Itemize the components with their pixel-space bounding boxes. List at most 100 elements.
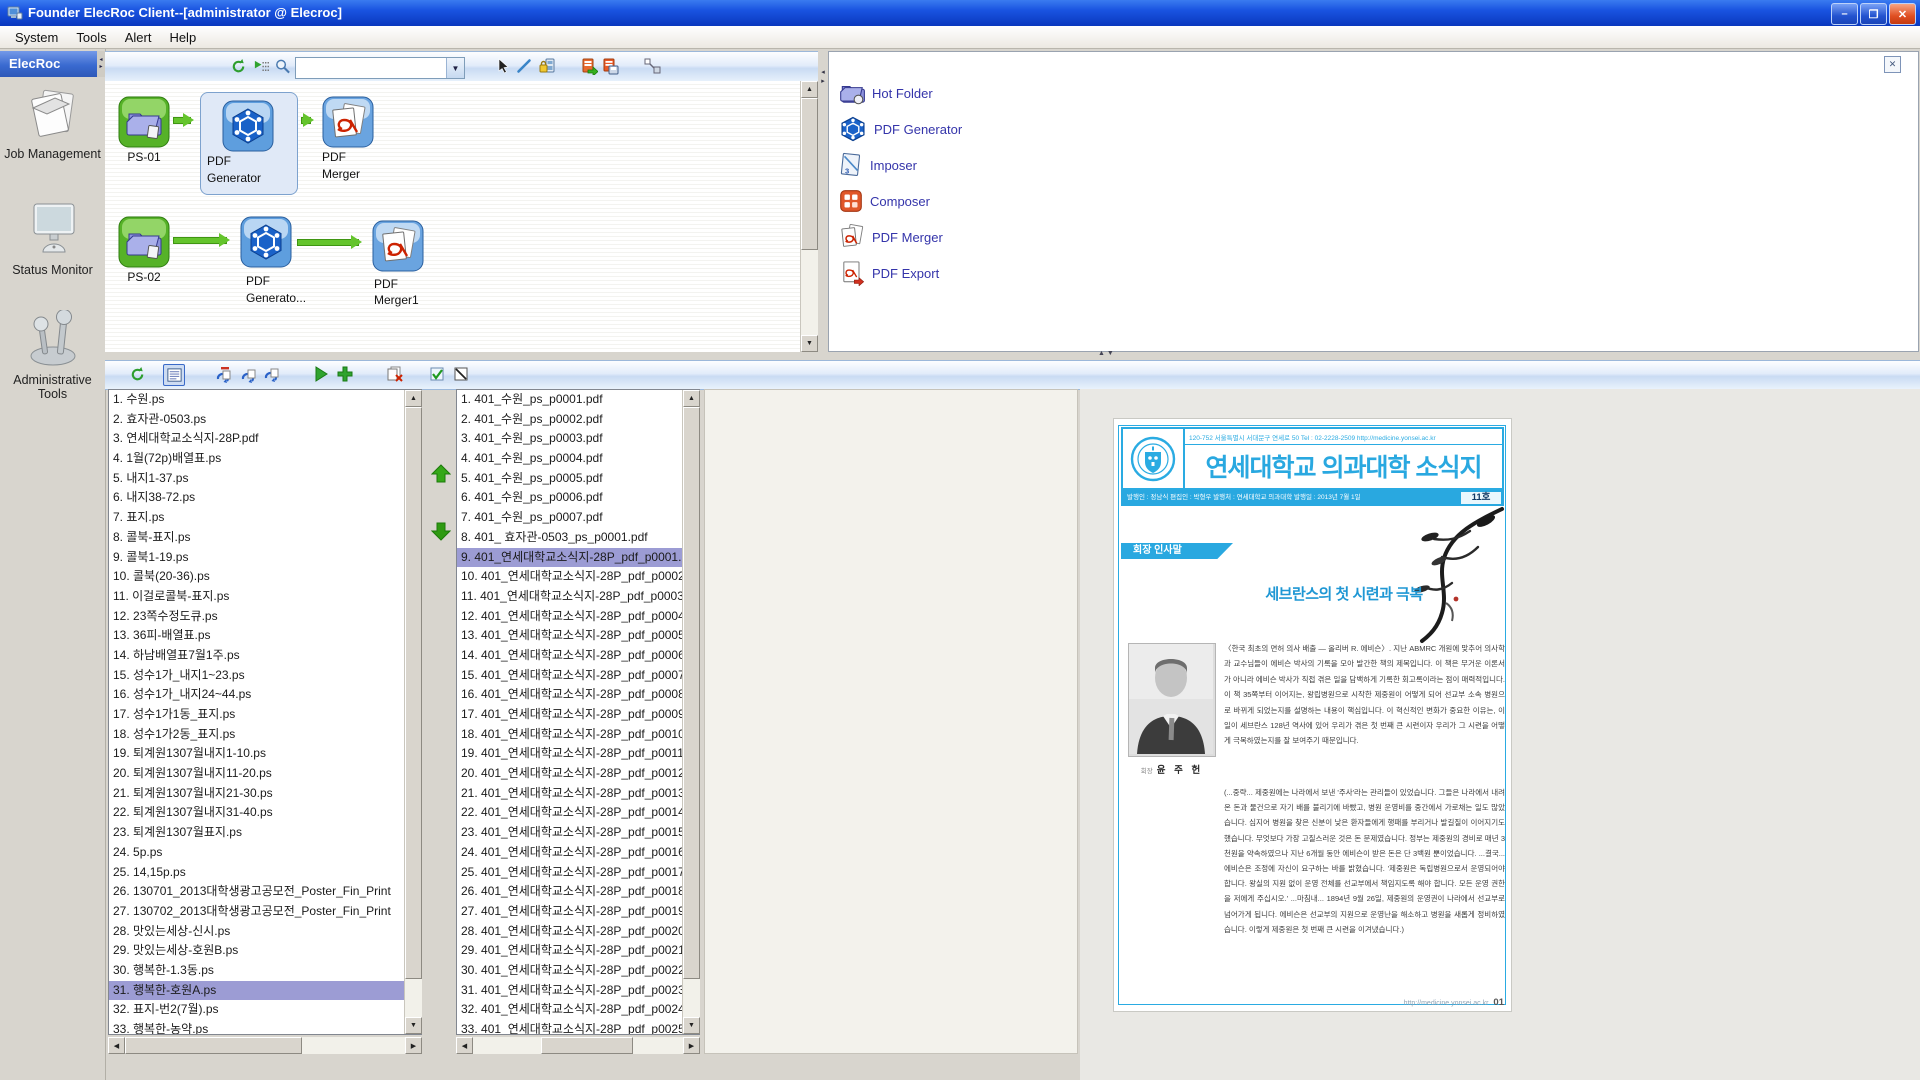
cursor-icon[interactable] — [493, 56, 513, 76]
menu-item[interactable]: System — [6, 28, 67, 47]
node-pdf-merger-1[interactable] — [372, 220, 424, 277]
list-item[interactable]: 10. 401_연세대학교소식지-28P_pdf_p0002.pdf — [457, 567, 699, 587]
palette-item-pdf-export[interactable]: PDF Export — [838, 258, 939, 288]
list-item[interactable]: 9. 401_연세대학교소식지-28P_pdf_p0001.pdf — [457, 548, 699, 568]
scrollbar-thumb[interactable] — [125, 1037, 302, 1054]
list-item[interactable]: 33. 행복한-농약.ps — [109, 1020, 421, 1035]
list-item[interactable]: 7. 표지.ps — [109, 508, 421, 528]
run-workflow-icon[interactable] — [251, 56, 271, 76]
list-item[interactable]: 29. 맛있는세상-호원B.ps — [109, 941, 421, 961]
list-item[interactable]: 17. 성수1가1동_표지.ps — [109, 705, 421, 725]
save-doc-icon[interactable] — [600, 56, 620, 76]
list-item[interactable]: 15. 성수1가_내지1~23.ps — [109, 666, 421, 686]
chevron-down-icon[interactable]: ▼ — [446, 58, 464, 78]
menu-item[interactable]: Alert — [116, 28, 161, 47]
list-item[interactable]: 19. 401_연세대학교소식지-28P_pdf_p0011.pdf — [457, 744, 699, 764]
splitter-handle-icon[interactable]: ▲▼ — [1098, 350, 1116, 357]
close-button[interactable]: ✕ — [1889, 3, 1916, 25]
scroll-left-icon[interactable]: ◀ — [456, 1037, 473, 1054]
add-icon[interactable] — [335, 364, 355, 384]
list-item[interactable]: 33. 401_연세대학교소식지-28P_pdf_p0025.pdf — [457, 1020, 699, 1035]
list-item[interactable]: 23. 퇴계원1307월표지.ps — [109, 823, 421, 843]
node-ps01-hot-folder[interactable] — [118, 96, 170, 153]
list-item[interactable]: 11. 401_연세대학교소식지-28P_pdf_p0003.pdf — [457, 587, 699, 607]
palette-item-pdf-merger[interactable]: PDF Merger — [838, 222, 943, 252]
palette-item-composer[interactable]: Composer — [838, 186, 930, 216]
scroll-up-icon[interactable]: ▲ — [683, 390, 700, 407]
list-item[interactable]: 24. 5p.ps — [109, 843, 421, 863]
node-pdf-generator-2[interactable] — [240, 216, 292, 273]
list-item[interactable]: 1. 수원.ps — [109, 390, 421, 410]
palette-item-pdf-generator[interactable]: PDF Generator — [838, 114, 962, 144]
list-item[interactable]: 13. 401_연세대학교소식지-28P_pdf_p0005.pdf — [457, 626, 699, 646]
list-item[interactable]: 32. 401_연세대학교소식지-28P_pdf_p0024.pdf — [457, 1000, 699, 1020]
list-item[interactable]: 9. 콜북1-19.ps — [109, 548, 421, 568]
list-item[interactable]: 15. 401_연세대학교소식지-28P_pdf_p0007.pdf — [457, 666, 699, 686]
horizontal-splitter[interactable]: ▲▼ — [105, 352, 1920, 360]
list-item[interactable]: 30. 행복한-1.3동.ps — [109, 961, 421, 981]
list-item[interactable]: 5. 내지1-37.ps — [109, 469, 421, 489]
minimize-button[interactable]: – — [1831, 3, 1858, 25]
list-item[interactable]: 22. 401_연세대학교소식지-28P_pdf_p0014.pdf — [457, 803, 699, 823]
list-item[interactable]: 3. 401_수원_ps_p0003.pdf — [457, 429, 699, 449]
list-item[interactable]: 32. 표지-번2(7월).ps — [109, 1000, 421, 1020]
list-item[interactable]: 4. 401_수원_ps_p0004.pdf — [457, 449, 699, 469]
scroll-down-icon[interactable]: ▼ — [801, 335, 818, 352]
list-item[interactable]: 20. 퇴계원1307월내지11-20.ps — [109, 764, 421, 784]
node-ps02-hot-folder[interactable] — [118, 216, 170, 273]
sidebar-collapse-arrows[interactable]: ◂▸ — [97, 51, 105, 77]
submit-doc-icon[interactable] — [579, 56, 599, 76]
list-item[interactable]: 30. 401_연세대학교소식지-28P_pdf_p0022.pdf — [457, 961, 699, 981]
list-item[interactable]: 18. 성수1가2동_표지.ps — [109, 725, 421, 745]
list-item[interactable]: 6. 401_수원_ps_p0006.pdf — [457, 488, 699, 508]
scroll-right-icon[interactable]: ▶ — [683, 1037, 700, 1054]
list-item[interactable]: 26. 401_연세대학교소식지-28P_pdf_p0018.pdf — [457, 882, 699, 902]
scroll-down-icon[interactable]: ▼ — [405, 1017, 422, 1034]
job-info-icon[interactable] — [163, 364, 185, 386]
scroll-left-icon[interactable]: ◀ — [108, 1037, 125, 1054]
remove-pages-icon[interactable] — [385, 364, 405, 384]
start-icon[interactable] — [311, 364, 331, 384]
list-item[interactable]: 21. 401_연세대학교소식지-28P_pdf_p0013.pdf — [457, 784, 699, 804]
list-item[interactable]: 31. 행복한-호원A.ps — [109, 981, 421, 1001]
list-item[interactable]: 28. 맛있는세상-신시.ps — [109, 922, 421, 942]
list-item[interactable]: 10. 콜북(20-36).ps — [109, 567, 421, 587]
palette-item-imposer[interactable]: 3 Imposer — [838, 150, 917, 180]
list-item[interactable]: 1. 401_수원_ps_p0001.pdf — [457, 390, 699, 410]
redo-all-icon[interactable] — [261, 364, 281, 384]
scrollbar-thumb[interactable] — [801, 98, 818, 250]
accept-page-icon[interactable] — [427, 364, 447, 384]
scrollbar-thumb[interactable] — [541, 1037, 633, 1054]
list-item[interactable]: 5. 401_수원_ps_p0005.pdf — [457, 469, 699, 489]
scrollbar-thumb[interactable] — [683, 407, 700, 979]
list-item[interactable]: 20. 401_연세대학교소식지-28P_pdf_p0012.pdf — [457, 764, 699, 784]
list-item[interactable]: 3. 연세대학교소식지-28P.pdf — [109, 429, 421, 449]
list-item[interactable]: 16. 401_연세대학교소식지-28P_pdf_p0008.pdf — [457, 685, 699, 705]
pdf-list-horizontal-scrollbar[interactable]: ◀ ▶ — [456, 1037, 700, 1054]
list-item[interactable]: 26. 130701_2013대학생광고공모전_Poster_Fin_Print — [109, 882, 421, 902]
list-item[interactable]: 25. 401_연세대학교소식지-28P_pdf_p0017.pdf — [457, 863, 699, 883]
list-item[interactable]: 19. 퇴계원1307월내지1-10.ps — [109, 744, 421, 764]
list-item[interactable]: 4. 1월(72p)배열표.ps — [109, 449, 421, 469]
list-item[interactable]: 6. 내지38-72.ps — [109, 488, 421, 508]
workflow-combobox[interactable]: ▼ — [295, 57, 465, 79]
list-item[interactable]: 24. 401_연세대학교소식지-28P_pdf_p0016.pdf — [457, 843, 699, 863]
list-item[interactable]: 23. 401_연세대학교소식지-28P_pdf_p0015.pdf — [457, 823, 699, 843]
list-item[interactable]: 14. 401_연세대학교소식지-28P_pdf_p0006.pdf — [457, 646, 699, 666]
list-item[interactable]: 17. 401_연세대학교소식지-28P_pdf_p0009.pdf — [457, 705, 699, 725]
list-item[interactable]: 11. 이걸로콜북-표지.ps — [109, 587, 421, 607]
scroll-up-icon[interactable]: ▲ — [405, 390, 422, 407]
redo-page-icon[interactable] — [238, 364, 258, 384]
list-item[interactable]: 8. 401_ 효자관-0503_ps_p0001.pdf — [457, 528, 699, 548]
move-down-button[interactable] — [431, 522, 451, 546]
workflow-combobox-value[interactable] — [296, 58, 446, 78]
sidebar-item-status-monitor[interactable]: Status Monitor — [0, 200, 105, 277]
list-item[interactable]: 12. 23쪽수정도큐.ps — [109, 607, 421, 627]
close-icon[interactable]: ✕ — [1884, 56, 1901, 73]
scroll-down-icon[interactable]: ▼ — [683, 1017, 700, 1034]
list-item[interactable]: 22. 퇴계원1307월내지31-40.ps — [109, 803, 421, 823]
list-item[interactable]: 27. 401_연세대학교소식지-28P_pdf_p0019.pdf — [457, 902, 699, 922]
list-item[interactable]: 12. 401_연세대학교소식지-28P_pdf_p0004.pdf — [457, 607, 699, 627]
node-pdf-generator[interactable] — [222, 100, 274, 157]
canvas-vertical-scrollbar[interactable]: ▲ ▼ — [800, 81, 818, 352]
